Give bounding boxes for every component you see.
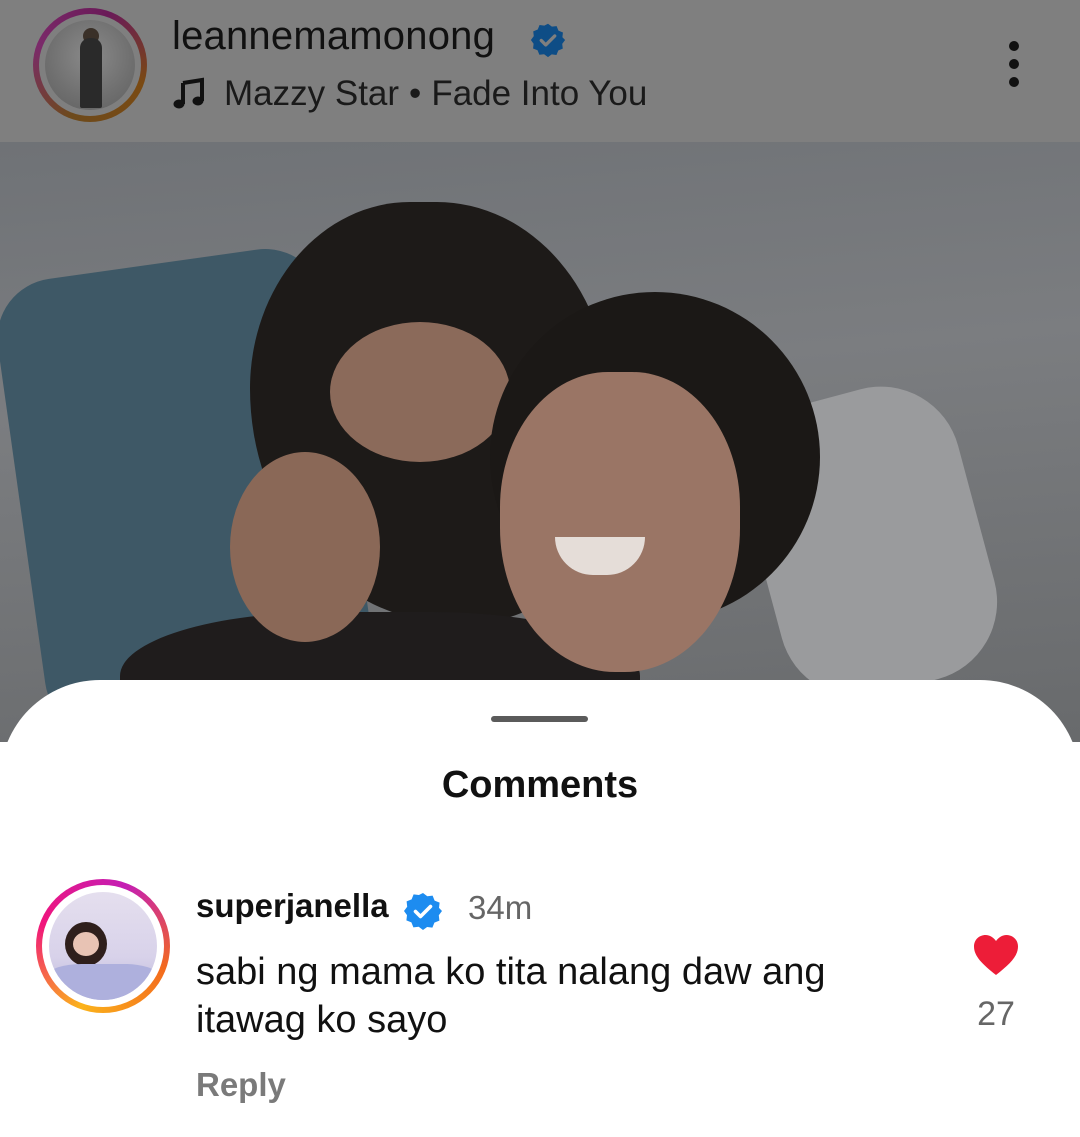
music-note-icon [173, 77, 204, 109]
comment-username[interactable]: superjanella [196, 887, 389, 925]
comment-text: sabi ng mama ko tita nalang daw ang itaw… [196, 951, 826, 1041]
heart-icon[interactable] [972, 933, 1020, 977]
music-artist: Mazzy Star [224, 74, 400, 113]
more-options-icon[interactable] [1004, 40, 1024, 90]
post-username[interactable]: leannemamonong [172, 14, 495, 59]
comment-story-ring[interactable] [36, 879, 170, 1013]
music-track: Fade Into You [431, 74, 648, 113]
verified-badge-icon [530, 23, 566, 58]
post-photo [0, 142, 1080, 742]
music-separator: • [409, 74, 422, 113]
comments-sheet: Comments superjanella 34m sabi ng mama k… [0, 680, 1080, 1137]
drag-handle[interactable] [491, 716, 588, 722]
like-count: 27 [977, 995, 1015, 1033]
post-header: leannemamonong Mazzy Star • Fade Into Yo… [0, 0, 1080, 142]
reply-button[interactable]: Reply [196, 1066, 286, 1104]
comment-timestamp: 34m [468, 889, 533, 926]
verified-badge-icon [404, 893, 442, 930]
sheet-title: Comments [441, 764, 639, 806]
comment-avatar[interactable] [49, 892, 157, 1000]
music-attribution[interactable]: Mazzy Star • Fade Into You [172, 72, 647, 116]
avatar[interactable] [45, 20, 135, 110]
story-ring[interactable] [33, 8, 147, 122]
